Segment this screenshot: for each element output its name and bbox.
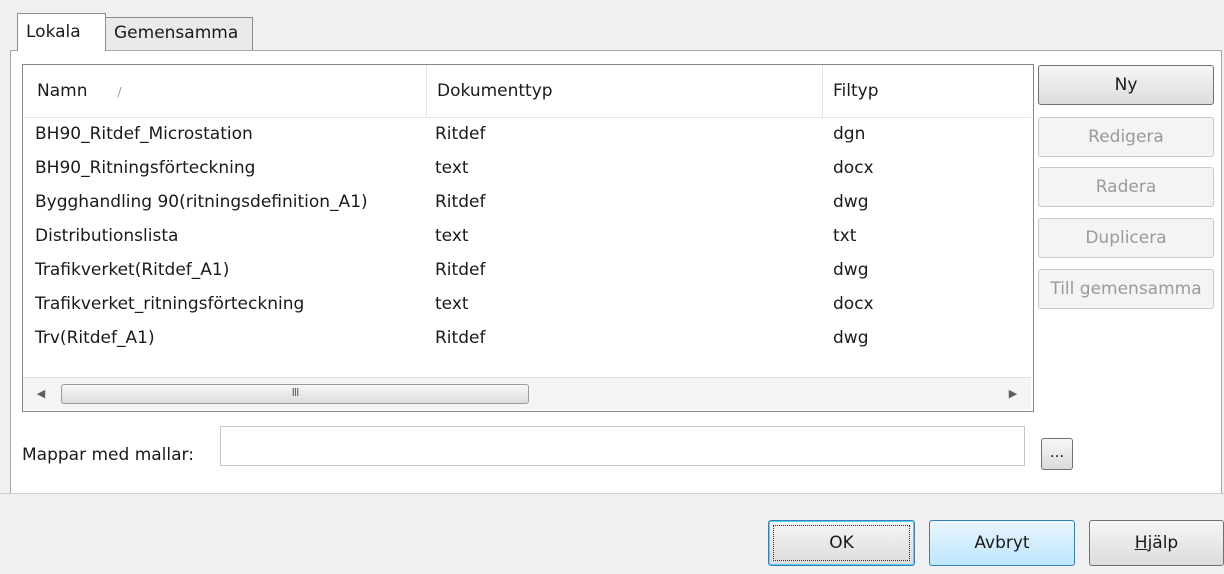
template-list[interactable]: Namn / Dokumenttyp Filtyp BH90_Ritdef_Mic… [22,64,1034,412]
delete-button[interactable]: Radera [1038,167,1214,207]
dialog: Gemensamma Lokala Namn / Dokumenttyp Filt… [0,0,1224,574]
tab-lokala[interactable]: Lokala [17,13,106,51]
cell-dokumenttyp: text [435,294,469,314]
edit-button[interactable]: Redigera [1038,117,1214,157]
cell-dokumenttyp: Ritdef [435,328,486,348]
column-header-dokumenttyp[interactable]: Dokumenttyp [427,65,823,117]
cell-namn: BH90_Ritdef_Microstation [35,124,253,144]
list-header: Namn / Dokumenttyp Filtyp [23,65,1031,118]
cell-namn: Trafikverket_ritningsförteckning [35,294,305,314]
help-accelerator: H [1134,533,1148,553]
table-row[interactable]: BH90_Ritdef_Microstation Ritdef dgn [23,117,1031,151]
table-row[interactable]: Trv(Ritdef_A1) Ritdef dwg [23,321,1031,355]
help-button[interactable]: Hjälp [1089,520,1224,566]
scroll-left-icon[interactable]: ◀ [27,378,55,410]
table-row[interactable]: Distributionslista text txt [23,219,1031,253]
horizontal-scrollbar[interactable]: ◀ III ▶ [23,377,1031,410]
focus-rectangle: OK [773,525,910,561]
cell-dokumenttyp: Ritdef [435,124,486,144]
sort-indicator-icon: / [117,85,122,99]
scrollbar-thumb[interactable]: III [61,384,529,404]
column-header-filtyp[interactable]: Filtyp [823,65,1031,117]
cell-dokumenttyp: text [435,158,469,178]
cell-filtyp: docx [833,158,874,178]
table-row[interactable]: Bygghandling 90(ritningsdefinition_A1) R… [23,185,1031,219]
table-row[interactable]: Trafikverket_ritningsförteckning text do… [23,287,1031,321]
cell-namn: Bygghandling 90(ritningsdefinition_A1) [35,192,368,212]
help-label: jälp [1147,533,1179,553]
cell-namn: BH90_Ritningsförteckning [35,158,256,178]
cell-filtyp: dwg [833,260,869,280]
browse-button[interactable]: ... [1041,438,1073,470]
duplicate-button[interactable]: Duplicera [1038,218,1214,258]
grip-icon: III [291,386,300,399]
list-rows: BH90_Ritdef_Microstation Ritdef dgn BH90… [23,117,1031,355]
cell-filtyp: dwg [833,192,869,212]
ok-button[interactable]: OK [768,520,915,566]
cancel-button[interactable]: Avbryt [929,520,1075,566]
cell-dokumenttyp: Ritdef [435,192,486,212]
table-row[interactable]: BH90_Ritningsförteckning text docx [23,151,1031,185]
column-header-namn-label: Namn [37,81,88,101]
move-to-shared-button[interactable]: Till gemensamma [1038,269,1214,309]
cell-namn: Trv(Ritdef_A1) [35,328,155,348]
cell-namn: Distributionslista [35,226,179,246]
cell-dokumenttyp: Ritdef [435,260,486,280]
tab-gemensamma[interactable]: Gemensamma [105,17,253,50]
cell-filtyp: dgn [833,124,866,144]
new-button[interactable]: Ny [1038,65,1214,105]
cell-dokumenttyp: text [435,226,469,246]
scroll-right-icon[interactable]: ▶ [999,378,1027,410]
cell-filtyp: dwg [833,328,869,348]
cell-filtyp: txt [833,226,857,246]
template-folders-field[interactable] [220,426,1025,466]
template-folders-label: Mappar med mallar: [22,445,194,465]
table-row[interactable]: Trafikverket(Ritdef_A1) Ritdef dwg [23,253,1031,287]
cell-namn: Trafikverket(Ritdef_A1) [35,260,230,280]
cell-filtyp: docx [833,294,874,314]
column-header-namn[interactable]: Namn / [23,65,427,117]
